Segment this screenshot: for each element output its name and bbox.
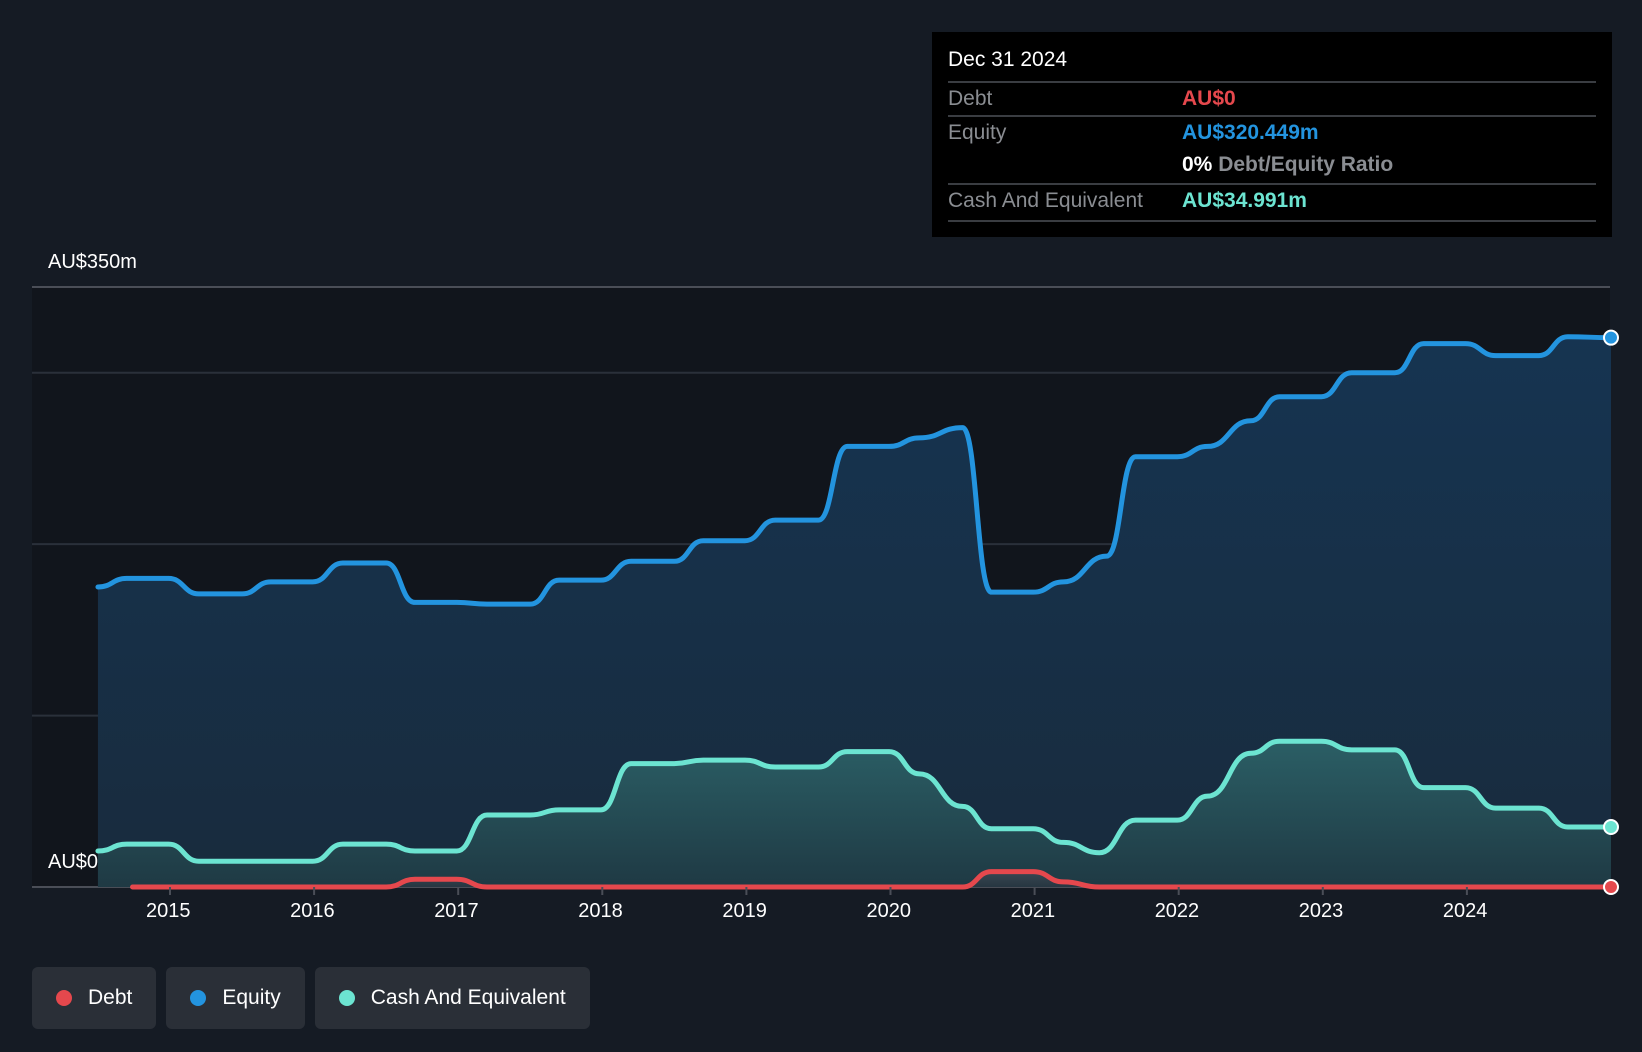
legend-label-cash: Cash And Equivalent — [370, 986, 566, 1009]
tooltip-debt-value: AU$0 — [1182, 87, 1236, 110]
cash-and-equivalent-end-marker[interactable] — [1603, 819, 1619, 836]
tooltip-ratio: 0% Debt/Equity Ratio — [1182, 153, 1393, 177]
x-tick-label-2018: 2018 — [578, 900, 623, 922]
x-tick-label-2015: 2015 — [146, 900, 191, 922]
tooltip-debt-label: Debt — [948, 87, 993, 110]
tooltip-cash-value: AU$34.991m — [1182, 189, 1307, 212]
equity-dot-icon — [190, 990, 207, 1006]
cash-dot-icon — [338, 990, 355, 1006]
x-tick-label-2022: 2022 — [1154, 900, 1200, 922]
x-tick-label-2020: 2020 — [866, 900, 912, 922]
tooltip-equity-value: AU$320.449m — [1182, 121, 1319, 144]
tooltip-row-debt: Debt AU$0 — [948, 81, 1596, 117]
tooltip-date: Dec 31 2024 — [948, 48, 1068, 71]
legend-item-debt[interactable]: Debt — [32, 967, 157, 1029]
debt-dot-icon — [56, 990, 72, 1006]
tooltip-row-ratio: 0% Debt/Equity Ratio — [948, 149, 1596, 183]
x-tick-label-2019: 2019 — [722, 900, 767, 922]
x-tick-label-2021: 2021 — [1010, 900, 1056, 922]
tooltip-panel: Dec 31 2024 Debt AU$0 Equity AU$320.449m… — [932, 32, 1612, 237]
legend-label-debt: Debt — [88, 986, 133, 1009]
tooltip-cash-label: Cash And Equivalent — [948, 189, 1143, 212]
legend-label-equity: Equity — [222, 986, 281, 1009]
y-axis-zero-label: AU$0 — [48, 851, 99, 873]
legend-item-cash[interactable]: Cash And Equivalent — [314, 967, 590, 1029]
ratio-percent: 0% — [1182, 153, 1213, 176]
x-tick-label-2023: 2023 — [1298, 900, 1344, 922]
tooltip-row-cash: Cash And Equivalent AU$34.991m — [948, 183, 1596, 219]
x-tick-label-2016: 2016 — [290, 900, 335, 922]
equity-end-marker[interactable] — [1603, 329, 1619, 346]
x-tick-label-2017: 2017 — [434, 900, 479, 922]
x-tick-label-2024: 2024 — [1442, 900, 1488, 922]
ratio-label: Debt/Equity Ratio — [1218, 153, 1394, 176]
y-axis-max-label: AU$350m — [48, 251, 137, 273]
debt-end-marker[interactable] — [1603, 879, 1619, 895]
legend-item-equity[interactable]: Equity — [166, 967, 305, 1029]
legend: Debt Equity Cash And Equivalent — [32, 967, 590, 1029]
tooltip-divider — [948, 220, 1596, 222]
tooltip-row-equity: Equity AU$320.449m — [948, 115, 1596, 151]
tooltip-equity-label: Equity — [948, 121, 1007, 144]
